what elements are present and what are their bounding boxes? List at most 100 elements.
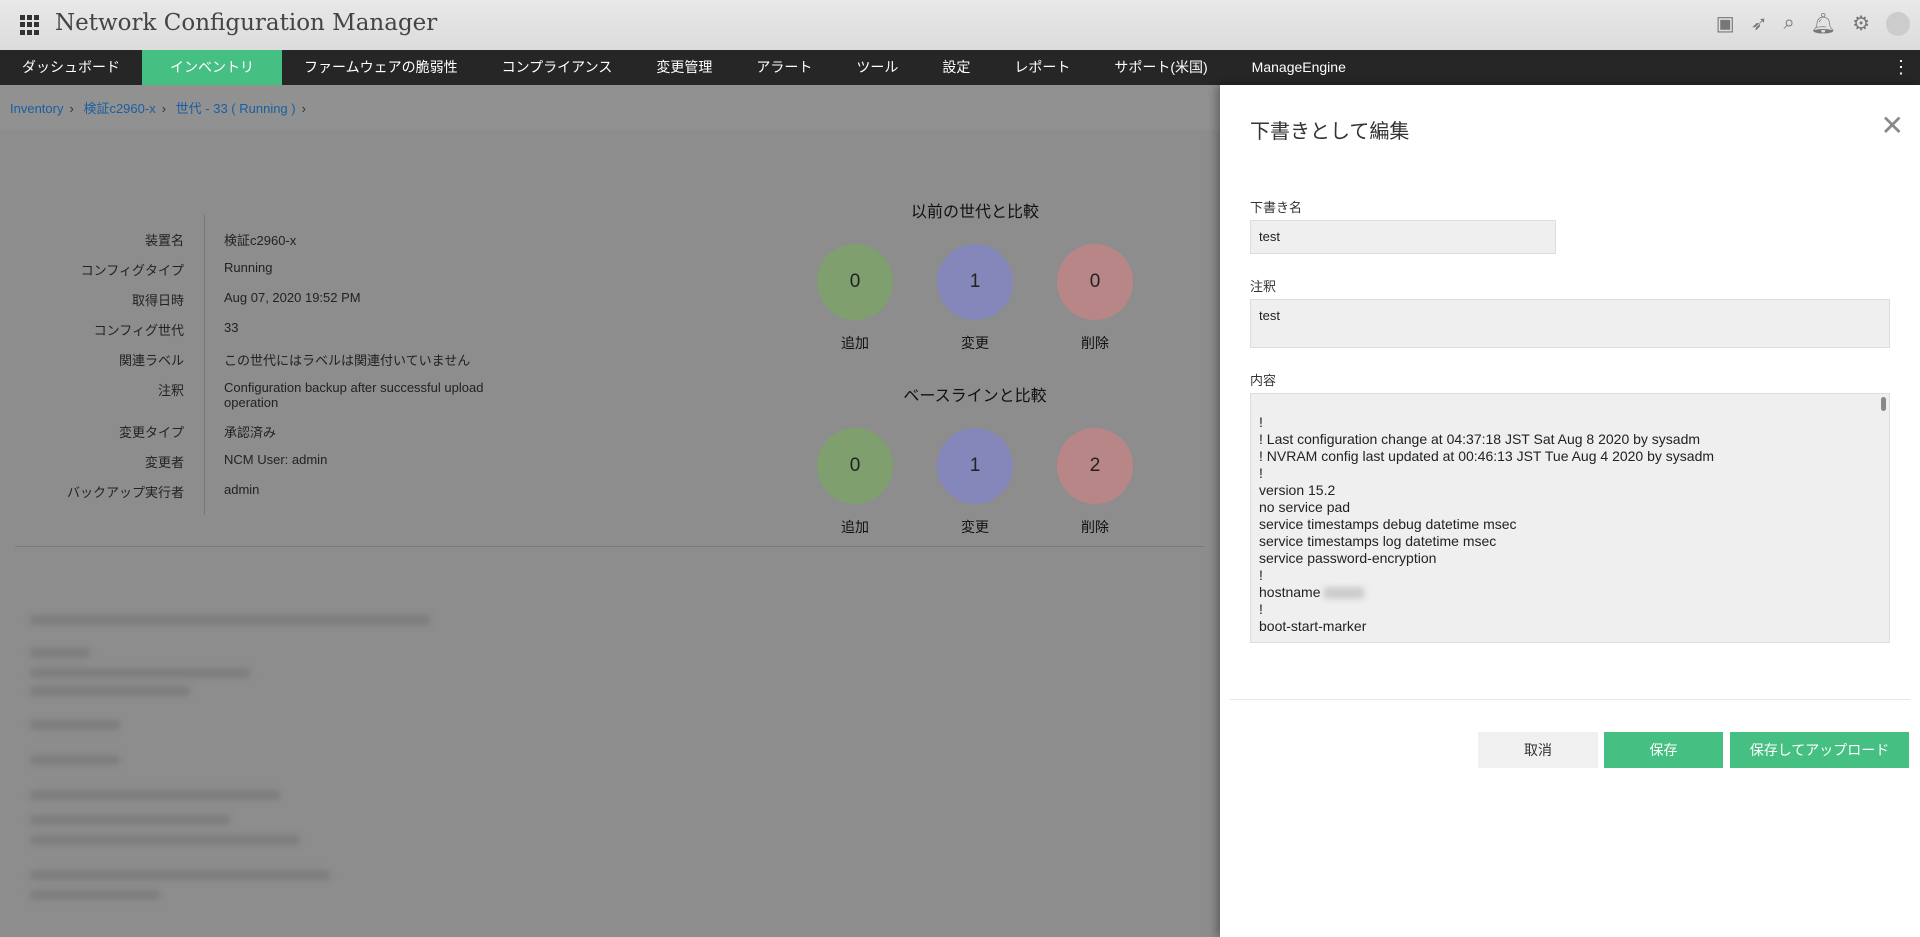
info-label: 関連ラベル [118,353,184,368]
redacted-hostname [1324,587,1365,600]
prev-added-count[interactable]: 0 [817,244,893,320]
deleted-label: 削除 [1081,519,1109,535]
info-value: Running [224,260,273,275]
config-line: service timestamps log datetime msec [1259,533,1881,550]
config-line: service password-encryption [1259,550,1881,567]
prev-deleted-count[interactable]: 0 [1057,244,1133,320]
config-line-text: no service pad [1259,499,1351,515]
info-label: 取得日時 [131,293,184,308]
bell-icon[interactable]: 🔔︎ [1811,11,1836,36]
nav-inventory[interactable]: インベントリ [142,50,282,85]
changed-label: 変更 [961,519,989,535]
cancel-button[interactable]: 取消 [1478,732,1598,768]
config-line: ! [1259,601,1881,618]
divider [15,546,1205,547]
info-value: Aug 07, 2020 19:52 PM [224,290,361,305]
nav-dashboard[interactable]: ダッシュボード [0,50,142,85]
config-line-text: boot-start-marker [1259,618,1367,634]
app-grid-icon[interactable] [20,15,40,35]
content-label: 内容 [1250,373,1277,388]
rocket-icon[interactable]: ➶ [1751,11,1768,36]
info-value: NCM User: admin [224,452,328,467]
config-line-text: ! NVRAM config last updated at 00:46:13 … [1259,448,1715,464]
nav-tools[interactable]: ツール [834,50,920,85]
prev-changed-count[interactable]: 1 [937,244,1013,320]
deleted-label: 削除 [1081,335,1109,351]
base-changed-count[interactable]: 1 [937,428,1013,504]
config-line-text: ! Last configuration change at 04:37:18 … [1259,431,1701,447]
config-line: ! [1259,465,1881,482]
nav-settings[interactable]: 設定 [920,50,992,85]
config-line-text: service timestamps log datetime msec [1259,533,1497,549]
close-icon[interactable]: ✕ [1881,109,1904,142]
scrollbar[interactable] [1881,397,1886,411]
search-icon[interactable]: ⌕ [1783,12,1794,35]
config-line-text: ! [1259,465,1263,481]
nav-change-management[interactable]: 変更管理 [634,50,734,85]
nav-firmware[interactable]: ファームウェアの脆弱性 [282,50,480,85]
config-line: ! [1259,567,1881,584]
info-value: Configuration backup after successful up… [224,380,484,410]
divider [204,215,205,515]
note-label: 注釈 [1250,279,1277,294]
info-value: この世代にはラベルは関連付いていません [224,353,471,368]
config-line: ! NVRAM config last updated at 00:46:13 … [1259,448,1881,465]
config-line: version 15.2 [1259,482,1881,499]
config-line: ! Last configuration change at 04:37:18 … [1259,431,1881,448]
presentation-icon[interactable]: ▣ [1716,11,1735,36]
config-line: no service pad [1259,499,1881,516]
draft-name-label: 下書き名 [1250,200,1303,215]
breadcrumb-device[interactable]: 検証c2960-x [83,101,155,116]
save-and-upload-button[interactable]: 保存してアップロード [1730,732,1909,768]
info-label: コンフィグ世代 [93,323,184,338]
nav-reports[interactable]: レポート [992,50,1092,85]
gear-icon[interactable]: ⚙ [1852,11,1870,36]
draft-name-input[interactable]: test [1250,220,1556,254]
info-value: 検証c2960-x [224,233,297,248]
edit-draft-panel: 下書きとして編集 ✕ 下書き名 test 注釈 test 内容 !! Last … [1220,85,1920,937]
config-line-text: ! [1259,601,1263,617]
info-label: バックアップ実行者 [66,485,184,500]
info-label: 注釈 [157,383,184,398]
app-title: Network Configuration Manager [55,10,438,36]
breadcrumb-generation[interactable]: 世代 - 33 ( Running ) [176,101,296,116]
nav-alerts[interactable]: アラート [734,50,834,85]
chevron-right-icon: › [301,101,306,116]
config-line: boot-start-marker [1259,618,1881,635]
info-label: 装置名 [144,233,184,248]
config-line: ! [1259,414,1881,431]
breadcrumb-inventory[interactable]: Inventory [10,101,63,116]
config-line: service timestamps debug datetime msec [1259,516,1881,533]
compare-base-title: ベースラインと比較 [903,388,1047,405]
app-header: Network Configuration Manager ▣ ➶ ⌕ 🔔︎ ⚙ [0,0,1920,50]
config-line: hostname [1259,584,1881,601]
panel-title: 下書きとして編集 [1250,121,1410,143]
config-line-text: service password-encryption [1259,550,1437,566]
divider [1230,699,1910,700]
chevron-right-icon: › [161,101,167,116]
added-label: 追加 [841,519,869,535]
info-label: コンフィグタイプ [80,263,184,278]
note-textarea[interactable]: test [1250,299,1890,348]
user-avatar-icon[interactable] [1886,11,1910,36]
config-line-text: service timestamps debug datetime msec [1259,516,1517,532]
save-button[interactable]: 保存 [1604,732,1723,768]
base-deleted-count[interactable]: 2 [1057,428,1133,504]
more-menu-icon[interactable]: ⋮ [1892,50,1910,85]
base-added-count[interactable]: 0 [817,428,893,504]
main-nav: ダッシュボード インベントリ ファームウェアの脆弱性 コンプライアンス 変更管理… [0,50,1920,85]
changed-label: 変更 [961,335,989,351]
config-line-text: ! [1259,567,1263,583]
nav-compliance[interactable]: コンプライアンス [480,50,635,85]
info-value: 33 [224,320,239,335]
config-line-text: ! [1259,414,1263,430]
chevron-right-icon: › [69,101,74,116]
compare-prev-title: 以前の世代と比較 [910,204,1039,221]
info-label: 変更者 [144,455,184,470]
nav-support[interactable]: サポート(米国) [1092,50,1229,85]
added-label: 追加 [841,335,869,351]
breadcrumb: Inventory › 検証c2960-x › 世代 - 33 ( Running … [0,85,1220,130]
content-textarea[interactable]: !! Last configuration change at 04:37:18… [1250,393,1890,643]
nav-manageengine[interactable]: ManageEngine [1230,50,1368,85]
config-line-text: hostname [1259,584,1321,600]
